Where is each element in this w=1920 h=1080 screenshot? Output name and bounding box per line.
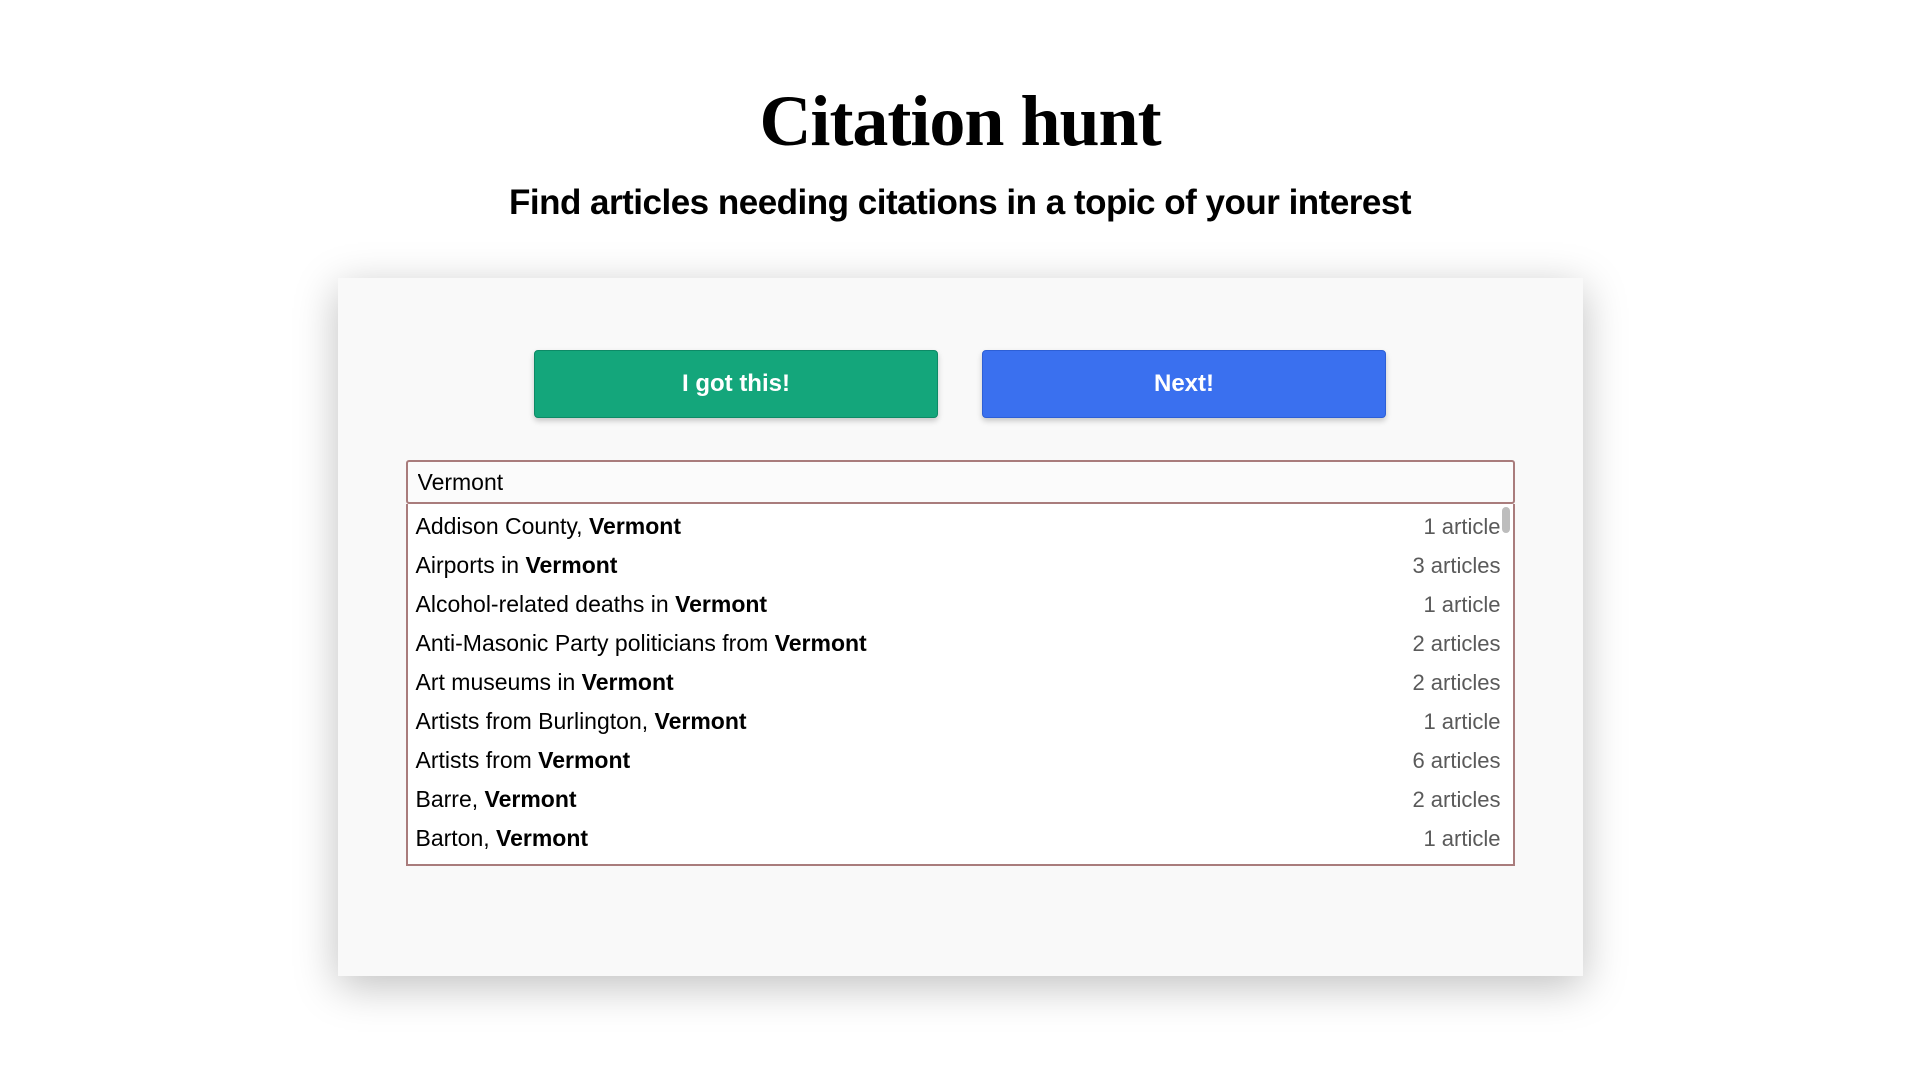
autocomplete-item[interactable]: Artists from Burlington, Vermont 1 articl… (408, 702, 1513, 741)
autocomplete-item-label: Art museums in Vermont (416, 667, 674, 698)
autocomplete-item-count: 6 articles (1412, 746, 1500, 776)
scrollbar-track (1502, 507, 1510, 863)
topic-search-input[interactable] (406, 460, 1515, 504)
autocomplete-item[interactable]: Alcohol-related deaths in Vermont 1 artic… (408, 585, 1513, 624)
autocomplete-item-count: 4 articles (1412, 863, 1500, 866)
autocomplete-item[interactable]: Artists from Vermont 6 articles (408, 741, 1513, 780)
autocomplete-item-count: 1 article (1423, 590, 1500, 620)
i-got-this-button[interactable]: I got this! (534, 350, 938, 418)
autocomplete-dropdown: Addison County, Vermont 1 article Airports… (406, 504, 1515, 866)
autocomplete-item-label: Artists from Burlington, Vermont (416, 706, 747, 737)
autocomplete-item-count: 1 article (1423, 707, 1500, 737)
autocomplete-item[interactable]: Barre, Vermont 2 articles (408, 780, 1513, 819)
autocomplete-item-count: 2 articles (1412, 785, 1500, 815)
autocomplete-item-label: Alcohol-related deaths in Vermont (416, 589, 768, 620)
scrollbar-thumb[interactable] (1502, 507, 1510, 533)
page-subtitle: Find articles needing citations in a top… (509, 183, 1411, 223)
autocomplete-item-count: 1 article (1423, 824, 1500, 854)
autocomplete-item-label: Barre, Vermont (416, 784, 577, 815)
autocomplete-item-label: Airports in Vermont (416, 550, 618, 581)
next-button[interactable]: Next! (982, 350, 1386, 418)
button-row: I got this! Next! (338, 350, 1583, 418)
autocomplete-item-label: Baseball players from Vermont (416, 862, 736, 866)
page-title: Citation hunt (759, 80, 1160, 163)
autocomplete-item[interactable]: Art museums in Vermont 2 articles (408, 663, 1513, 702)
autocomplete-item[interactable]: Airports in Vermont 3 articles (408, 546, 1513, 585)
autocomplete-item-count: 2 articles (1412, 668, 1500, 698)
search-wrap (406, 460, 1515, 504)
main-panel: I got this! Next! Addison County, Vermon… (338, 278, 1583, 976)
autocomplete-item-label: Addison County, Vermont (416, 511, 682, 542)
autocomplete-item[interactable]: Addison County, Vermont 1 article (408, 507, 1513, 546)
autocomplete-item-label: Barton, Vermont (416, 823, 589, 854)
autocomplete-item[interactable]: Baseball players from Vermont 4 articles (408, 858, 1513, 866)
autocomplete-item[interactable]: Barton, Vermont 1 article (408, 819, 1513, 858)
autocomplete-item-count: 1 article (1423, 512, 1500, 542)
autocomplete-item[interactable]: Anti-Masonic Party politicians from Verm… (408, 624, 1513, 663)
autocomplete-item-count: 2 articles (1412, 629, 1500, 659)
autocomplete-item-count: 3 articles (1412, 551, 1500, 581)
autocomplete-item-label: Anti-Masonic Party politicians from Verm… (416, 628, 867, 659)
autocomplete-item-label: Artists from Vermont (416, 745, 631, 776)
